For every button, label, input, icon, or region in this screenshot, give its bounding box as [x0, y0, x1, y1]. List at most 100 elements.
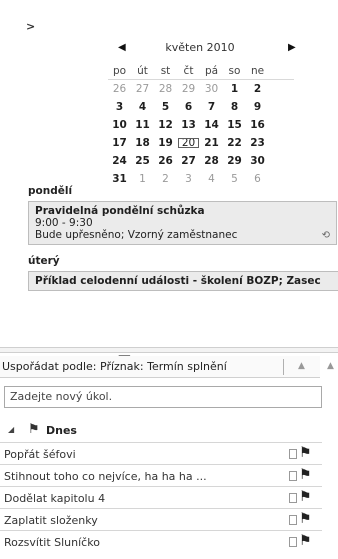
- calendar-day[interactable]: 18: [131, 137, 154, 149]
- calendar-day[interactable]: 24: [108, 155, 131, 167]
- day-header-monday: pondělí: [28, 185, 73, 197]
- task-row[interactable]: Popřát šéfovi ⚑: [0, 442, 322, 464]
- calendar-day[interactable]: 23: [246, 137, 269, 149]
- calendar-day[interactable]: 31: [108, 173, 131, 185]
- calendar-day[interactable]: 9: [246, 101, 269, 113]
- task-subject: Stihnout toho co nejvíce, ha ha ha ...: [4, 470, 207, 483]
- appointment-item[interactable]: Pravidelná pondělní schůzka 9:00 - 9:30 …: [28, 201, 337, 245]
- calendar-day[interactable]: 12: [154, 119, 177, 131]
- weekday-label: ne: [250, 64, 265, 77]
- task-row[interactable]: Dodělat kapitolu 4 ⚑: [0, 486, 322, 508]
- calendar-month-title: květen 2010: [165, 41, 235, 54]
- calendar-week-row: 3456789: [108, 98, 294, 116]
- calendar-day[interactable]: 21: [200, 137, 223, 149]
- calendar-day[interactable]: 2: [246, 83, 269, 95]
- flag-icon[interactable]: ⚑: [299, 467, 312, 483]
- calendar-day[interactable]: 27: [131, 83, 154, 95]
- calendar-day[interactable]: 25: [131, 155, 154, 167]
- appointment-time: 9:00 - 9:30: [35, 217, 93, 229]
- header-divider: [283, 359, 284, 375]
- calendar-day[interactable]: 14: [200, 119, 223, 131]
- calendar-day[interactable]: 3: [108, 101, 131, 113]
- category-box-icon[interactable]: [289, 493, 297, 503]
- calendar-day-today[interactable]: 20: [177, 137, 200, 149]
- calendar-day[interactable]: 5: [154, 101, 177, 113]
- calendar-day[interactable]: 5: [223, 173, 246, 185]
- flag-icon[interactable]: ⚑: [299, 445, 312, 461]
- category-box-icon[interactable]: [289, 537, 297, 547]
- weekday-label: út: [137, 64, 148, 77]
- calendar-week-row: 24 25 26 27 28 29 30: [108, 152, 294, 170]
- arrange-by-label[interactable]: Uspořádat podle: Příznak: Termín splnění: [2, 360, 227, 373]
- prev-month-button[interactable]: ◀: [118, 42, 126, 53]
- category-box-icon[interactable]: [289, 471, 297, 481]
- appointment-location: Bude upřesněno; Vzorný zaměstnanec: [35, 229, 238, 241]
- calendar-day[interactable]: 26: [154, 155, 177, 167]
- flag-icon[interactable]: ⚑: [299, 489, 312, 505]
- next-month-button[interactable]: ▶: [288, 42, 296, 53]
- all-day-event-item[interactable]: Příklad celodenní události - školení BOZ…: [28, 271, 338, 291]
- calendar-day[interactable]: 17: [108, 137, 131, 149]
- calendar-day[interactable]: 27: [177, 155, 200, 167]
- task-row[interactable]: Rozsvítit Sluníčko ⚑: [0, 530, 322, 552]
- task-subject: Zaplatit složenky: [4, 514, 98, 527]
- calendar-day[interactable]: 1: [223, 83, 246, 95]
- task-subject: Popřát šéfovi: [4, 448, 76, 461]
- calendar-day[interactable]: 28: [154, 83, 177, 95]
- calendar-week-row: 17 18 19 20 21 22 23: [108, 134, 294, 152]
- sort-ascending-icon[interactable]: ▲: [298, 361, 305, 371]
- calendar-day[interactable]: 19: [154, 137, 177, 149]
- calendar-day[interactable]: 4: [131, 101, 154, 113]
- category-box-icon[interactable]: [289, 515, 297, 525]
- calendar-day[interactable]: 30: [246, 155, 269, 167]
- task-list-section: Uspořádat podle: Příznak: Termín splnění…: [0, 356, 338, 559]
- calendar-day[interactable]: 13: [177, 119, 200, 131]
- calendar-day[interactable]: 30: [200, 83, 223, 95]
- flag-icon[interactable]: ⚑: [299, 533, 312, 549]
- new-task-input[interactable]: Zadejte nový úkol.: [4, 386, 322, 408]
- calendar-day[interactable]: 26: [108, 83, 131, 95]
- weekday-label: st: [160, 64, 171, 77]
- task-row[interactable]: Stihnout toho co nejvíce, ha ha ha ... ⚑: [0, 464, 322, 486]
- weekday-label: čt: [183, 64, 194, 77]
- category-box-icon[interactable]: [289, 449, 297, 459]
- todo-bar: > ◀ květen 2010 ▶ po út st čt pá so ne 2…: [0, 0, 338, 559]
- calendar-day[interactable]: 10: [108, 119, 131, 131]
- task-subject: Dodělat kapitolu 4: [4, 492, 106, 505]
- task-subject: Rozsvítit Sluníčko: [4, 536, 100, 549]
- collapse-triangle-icon[interactable]: ◢: [8, 425, 14, 434]
- calendar-day[interactable]: 3: [177, 173, 200, 185]
- scrollbar-up-icon[interactable]: ▲: [327, 361, 334, 371]
- task-row[interactable]: Zaplatit složenky ⚑: [0, 508, 322, 530]
- calendar-day[interactable]: 16: [246, 119, 269, 131]
- task-group-label: Dnes: [46, 424, 77, 437]
- flag-icon[interactable]: ⚑: [299, 511, 312, 527]
- calendar-day[interactable]: 6: [177, 101, 200, 113]
- arrange-by-bar[interactable]: Uspořádat podle: Příznak: Termín splnění…: [0, 356, 320, 378]
- flag-icon: ⚑: [28, 422, 40, 437]
- calendar-week-row: 26 27 28 29 30 1 2: [108, 80, 294, 98]
- calendar-day[interactable]: 22: [223, 137, 246, 149]
- calendar-day[interactable]: 15: [223, 119, 246, 131]
- calendar-header: ◀ květen 2010 ▶: [48, 40, 298, 58]
- calendar-day[interactable]: 7: [200, 101, 223, 113]
- expand-arrow-icon[interactable]: >: [26, 20, 35, 33]
- appointment-title: Pravidelná pondělní schůzka: [35, 205, 205, 217]
- calendar-day[interactable]: 1: [131, 173, 154, 185]
- calendar-day[interactable]: 29: [223, 155, 246, 167]
- calendar-day[interactable]: 8: [223, 101, 246, 113]
- day-header-tuesday: úterý: [28, 255, 60, 267]
- weekday-label: po: [112, 64, 127, 77]
- calendar-day[interactable]: 6: [246, 173, 269, 185]
- pane-splitter[interactable]: [0, 347, 338, 353]
- calendar-day[interactable]: 2: [154, 173, 177, 185]
- calendar-day[interactable]: 4: [200, 173, 223, 185]
- task-group-header[interactable]: ◢ ⚑ Dnes: [4, 422, 322, 442]
- calendar-day[interactable]: 29: [177, 83, 200, 95]
- weekday-label: so: [228, 64, 241, 77]
- date-navigator: ◀ květen 2010 ▶ po út st čt pá so ne 26 2…: [48, 40, 298, 185]
- date-navigator-section: > ◀ květen 2010 ▶ po út st čt pá so ne 2…: [20, 8, 338, 343]
- all-day-event-title: Příklad celodenní události - školení BOZ…: [35, 275, 321, 287]
- calendar-day[interactable]: 28: [200, 155, 223, 167]
- calendar-day[interactable]: 11: [131, 119, 154, 131]
